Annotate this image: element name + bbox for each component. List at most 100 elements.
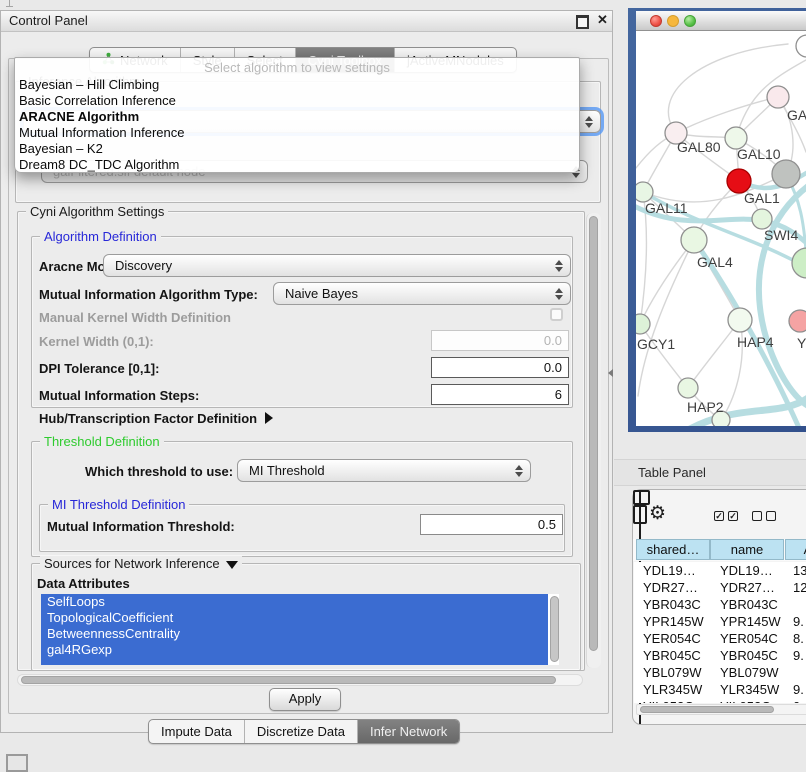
network-node[interactable] — [796, 35, 806, 57]
network-node-hap4[interactable] — [728, 308, 752, 332]
table-row[interactable]: YER054CYER054C8. — [634, 630, 806, 647]
network-node-gal4[interactable] — [681, 227, 707, 253]
network-node[interactable] — [767, 86, 789, 108]
table-panel: ⚙ ✓ ✓ shared…nameA YDL19…YDL19…13YDR27…Y… — [632, 489, 806, 725]
network-node-y[interactable] — [789, 310, 806, 332]
table-horizontal-scrollbar[interactable] — [636, 704, 806, 715]
network-node-gcy1[interactable] — [636, 314, 650, 334]
deselect-all-icon[interactable] — [766, 511, 776, 521]
table-cell: YDL19… — [717, 562, 793, 579]
dpi-tolerance-field[interactable]: 0.0 — [431, 357, 569, 378]
split-pane-collapse-icon[interactable] — [608, 369, 613, 377]
attribute-list-item[interactable] — [41, 658, 548, 665]
network-node[interactable] — [772, 160, 800, 188]
table-row[interactable]: YDL19…YDL19…13 — [634, 562, 806, 579]
mi-steps-field[interactable]: 6 — [431, 384, 569, 405]
table-cell: 0. — [793, 698, 806, 703]
zoom-traffic-light[interactable] — [684, 15, 696, 27]
float-window-icon[interactable] — [576, 15, 589, 29]
which-threshold-label: Which threshold to use: — [85, 464, 233, 479]
column-header[interactable]: name — [710, 539, 784, 560]
tab-infer-network[interactable]: Infer Network — [357, 720, 459, 743]
table-cell: 9. — [793, 681, 806, 698]
dropdown-item[interactable]: Bayesian – K2 — [15, 141, 579, 157]
dropdown-item[interactable]: Dream8 DC_TDC Algorithm — [15, 157, 579, 173]
gear-icon[interactable]: ⚙ — [649, 504, 666, 524]
table-row[interactable]: YPR145WYPR145W9. — [634, 613, 806, 630]
table-cell: YLR345W — [717, 681, 793, 698]
attribute-list-item[interactable]: gal4RGexp — [41, 642, 548, 658]
kernel-width-label: Kernel Width (0,1): — [39, 334, 154, 349]
node-label: GAL11 — [645, 200, 688, 216]
data-attributes-list[interactable]: SelfLoopsTopologicalCoefficientBetweenne… — [41, 594, 559, 665]
network-node-hap2[interactable] — [678, 378, 698, 398]
attribute-list-item[interactable]: TopologicalCoefficient — [41, 610, 548, 626]
tab-discretize-data[interactable]: Discretize Data — [244, 720, 357, 743]
dropdown-item[interactable]: ARACNE Algorithm — [15, 109, 579, 125]
close-icon[interactable]: ✕ — [597, 12, 608, 28]
table-cell — [793, 596, 806, 613]
kernel-width-field[interactable]: 0.0 — [431, 330, 569, 351]
algorithm-dropdown-popup: Select algorithm to view settings Bayesi… — [14, 57, 580, 173]
tab-impute-data[interactable]: Impute Data — [149, 720, 244, 743]
table-cell: YIL052C — [717, 698, 793, 703]
dropdown-prompt: Select algorithm to view settings — [15, 58, 579, 77]
mi-algorithm-type-combobox[interactable]: Naive Bayes — [273, 282, 571, 305]
network-node-gal11[interactable] — [636, 182, 653, 202]
table-cell: 12 — [793, 579, 806, 596]
which-threshold-combobox[interactable]: MI Threshold — [237, 459, 531, 482]
split-pane-icon[interactable] — [633, 490, 650, 505]
table-row[interactable]: YBR045CYBR045C9. — [634, 647, 806, 664]
hub-definition-expander[interactable]: Hub/Transcription Factor Definition — [39, 411, 273, 426]
node-label: GAL80 — [677, 139, 721, 155]
dropdown-item[interactable]: Bayesian – Hill Climbing — [15, 77, 579, 93]
table-cell: YBL079W — [634, 664, 717, 681]
table-row[interactable]: YBR043CYBR043C — [634, 596, 806, 613]
group-title: Threshold Definition — [40, 434, 164, 449]
expand-right-icon — [265, 412, 273, 424]
attribute-list-item[interactable]: SelfLoops — [41, 594, 548, 610]
table-row[interactable]: YBL079WYBL079W — [634, 664, 806, 681]
mi-threshold-field[interactable]: 0.5 — [420, 514, 563, 535]
table-row[interactable]: YIL052CYIL052C0. — [634, 698, 806, 703]
node-label: GAL4 — [697, 254, 733, 270]
settings-vertical-scrollbar[interactable] — [586, 213, 601, 668]
attribute-list-item[interactable]: BetweennessCentrality — [41, 626, 548, 642]
network-canvas[interactable]: GAL80GAL10GAL1GAL11SWI4GAL4GCY1HAP4YHAP2… — [636, 31, 806, 426]
select-all-icon[interactable]: ✓ — [728, 511, 738, 521]
select-all-icon[interactable]: ✓ — [714, 511, 724, 521]
network-node-swi4[interactable] — [752, 209, 772, 229]
column-header[interactable]: shared… — [636, 539, 710, 560]
collapse-down-icon — [226, 561, 238, 569]
dropdown-item[interactable]: Mutual Information Inference — [15, 125, 579, 141]
attribute-list-scrollbar[interactable] — [550, 596, 559, 662]
sources-group-title[interactable]: Sources for Network Inference — [40, 556, 242, 571]
minimize-traffic-light[interactable] — [667, 15, 679, 27]
aracne-mode-combobox[interactable]: Discovery — [103, 254, 571, 277]
minimized-panel-fragment[interactable] — [6, 754, 28, 772]
scrollbar-thumb[interactable] — [640, 706, 774, 713]
settings-horizontal-scrollbar[interactable] — [17, 674, 583, 686]
panel-title: Control Panel — [9, 13, 88, 28]
application-window: Control Panel ✕ Inference Algorithm galF… — [0, 0, 806, 762]
table-panel-bar: Table Panel — [614, 459, 806, 486]
dropdown-item[interactable]: Basic Correlation Inference — [15, 93, 579, 109]
network-node[interactable] — [792, 248, 806, 278]
scrollbar-thumb[interactable] — [21, 676, 556, 684]
manual-kernel-width-checkbox[interactable] — [550, 308, 563, 321]
close-traffic-light[interactable] — [650, 15, 662, 27]
column-header[interactable]: A — [785, 539, 806, 560]
apply-button[interactable]: Apply — [269, 688, 341, 711]
control-panel-titlebar: Control Panel ✕ — [1, 11, 612, 32]
table-row[interactable]: YDR27…YDR27…12 — [634, 579, 806, 596]
mi-algorithm-type-value: Naive Bayes — [285, 286, 358, 301]
mi-threshold-label: Mutual Information Threshold: — [47, 519, 235, 534]
table-row[interactable]: YLR345WYLR345W9. — [634, 681, 806, 698]
network-window-titlebar[interactable] — [636, 11, 806, 31]
table-cell: YLR345W — [634, 681, 717, 698]
manual-kernel-width-label: Manual Kernel Width Definition — [39, 310, 231, 325]
table-panel-title: Table Panel — [638, 465, 706, 480]
deselect-all-icon[interactable] — [752, 511, 762, 521]
scrollbar-thumb[interactable] — [589, 216, 598, 651]
table-cell: YDR27… — [634, 579, 717, 596]
